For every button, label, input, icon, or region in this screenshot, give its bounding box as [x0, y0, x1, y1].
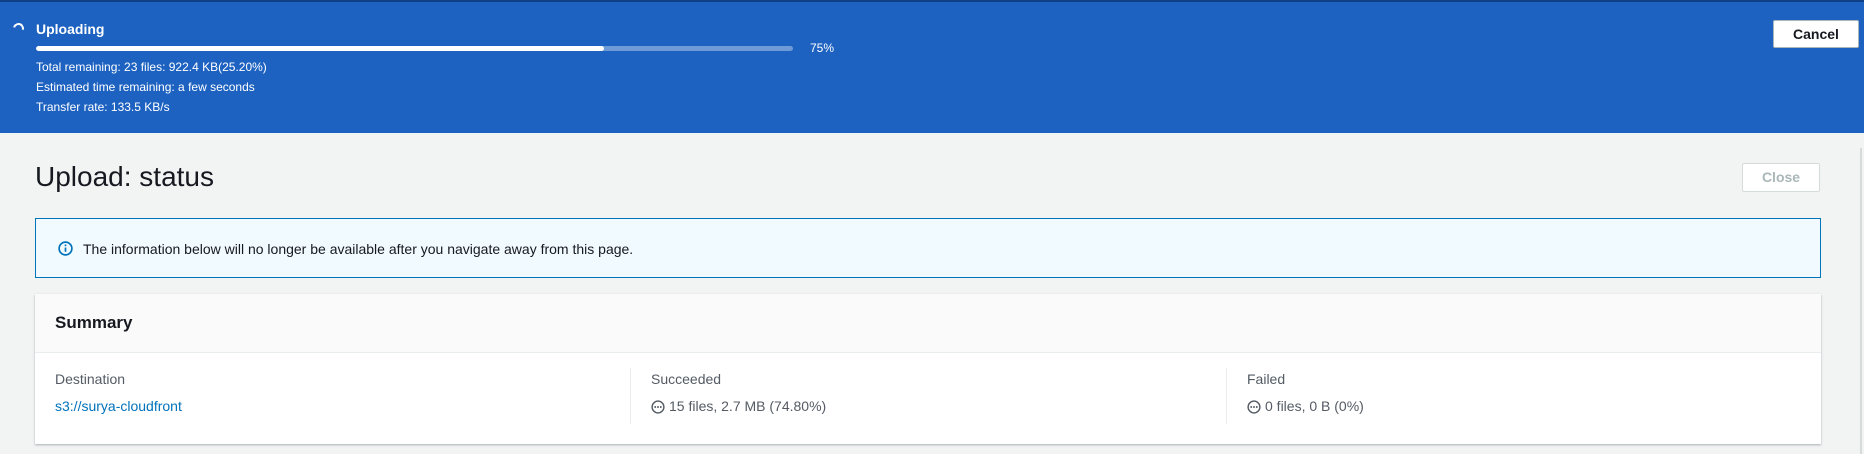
pending-icon	[1247, 400, 1261, 414]
failed-status: 0 files, 0 B (0%)	[1247, 397, 1801, 415]
failed-value: 0 files, 0 B (0%)	[1265, 398, 1364, 414]
upload-progress-banner: Uploading 75% Total remaining: 23 files:…	[0, 0, 1864, 133]
pending-icon	[651, 400, 665, 414]
alert-text: The information below will no longer be …	[83, 241, 634, 257]
destination-label: Destination	[55, 371, 126, 387]
summary-panel: Summary Destination s3://surya-cloudfron…	[35, 294, 1821, 444]
upload-progress-fill	[36, 46, 604, 51]
succeeded-column: Succeeded 15 files, 2.7 MB (74.80%)	[630, 368, 1226, 424]
info-icon	[58, 241, 73, 256]
loading-spinner-icon	[10, 20, 27, 37]
succeeded-label: Succeeded	[651, 371, 722, 387]
destination-link[interactable]: s3://surya-cloudfront	[55, 398, 182, 414]
banner-title: Uploading	[36, 21, 105, 37]
page-title: Upload: status	[35, 161, 214, 192]
destination-column: Destination s3://surya-cloudfront	[55, 368, 630, 424]
scrollbar-edge	[1860, 148, 1862, 454]
succeeded-status: 15 files, 2.7 MB (74.80%)	[651, 397, 1226, 415]
total-remaining-text: Total remaining: 23 files: 922.4 KB(25.2…	[36, 60, 267, 74]
summary-title: Summary	[55, 313, 133, 332]
failed-column: Failed 0 files, 0 B (0%)	[1226, 368, 1801, 424]
info-alert: The information below will no longer be …	[35, 218, 1821, 278]
cancel-button[interactable]: Cancel	[1773, 20, 1859, 48]
summary-header: Summary	[35, 294, 1821, 353]
transfer-rate-text: Transfer rate: 133.5 KB/s	[36, 100, 170, 114]
estimated-time-text: Estimated time remaining: a few seconds	[36, 80, 255, 94]
upload-progress-bar	[36, 46, 793, 51]
upload-progress-percent: 75%	[810, 41, 835, 55]
failed-label: Failed	[1247, 371, 1286, 387]
succeeded-value: 15 files, 2.7 MB (74.80%)	[669, 398, 827, 414]
close-button[interactable]: Close	[1742, 163, 1820, 192]
